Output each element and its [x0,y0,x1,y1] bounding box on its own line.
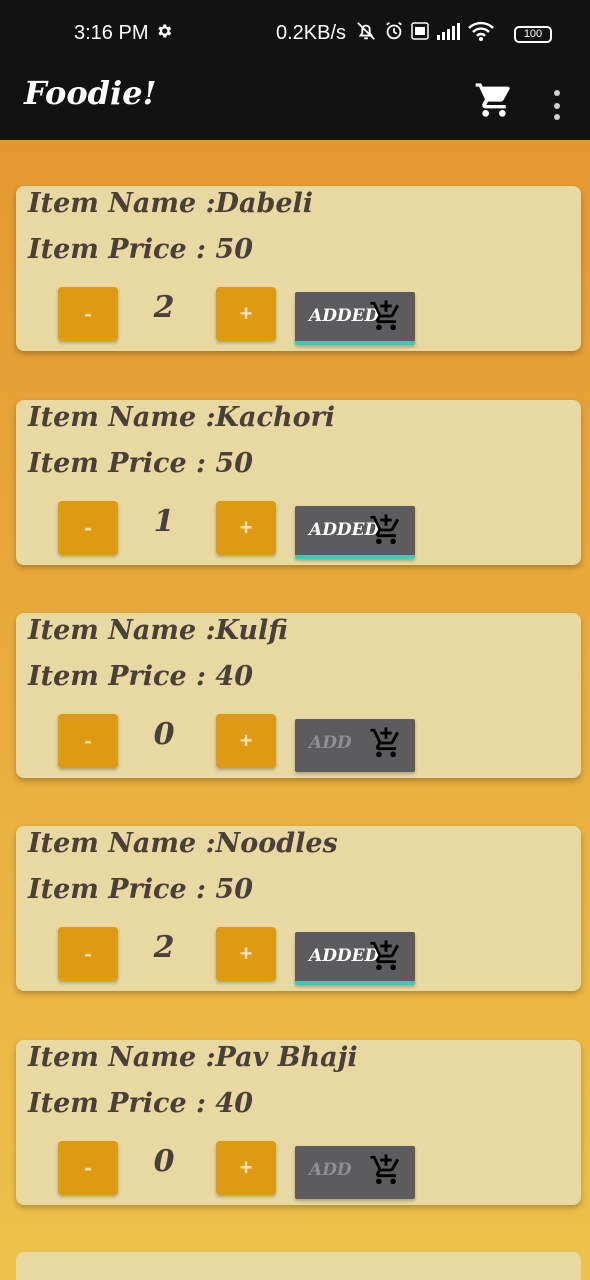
item-name: Item Name :Kulfi [28,615,288,646]
add-to-cart-button[interactable]: ADD [295,719,415,772]
status-icons [355,20,495,42]
battery-icon: 100 [514,26,552,43]
item-card-kulfi: Item Name :Kulfi Item Price : 40 - 0 + A… [16,613,581,778]
add-to-cart-button[interactable]: ADDED [295,292,415,345]
wifi-icon [467,20,495,42]
app-bar: Foodie! [0,70,590,140]
volte-icon [411,21,429,41]
add-button-label: ADD [309,733,352,753]
network-speed: 0.2KB/s [276,22,347,44]
quantity-value: 0 [153,717,175,752]
increment-button[interactable]: + [216,714,276,768]
item-card-kachori: Item Name :Kachori Item Price : 50 - 1 +… [16,400,581,565]
quantity-value: 2 [153,930,175,965]
item-price: Item Price : 50 [28,874,253,905]
increment-button[interactable]: + [216,927,276,981]
more-options-button[interactable] [543,80,571,120]
item-price: Item Price : 50 [28,448,253,479]
increment-button[interactable]: + [216,1141,276,1195]
more-vert-icon [554,90,560,120]
decrement-button[interactable]: - [58,927,118,981]
decrement-button[interactable]: - [58,287,118,341]
quantity-value: 0 [153,1144,175,1179]
item-name: Item Name :Noodles [28,828,338,859]
status-time: 3:16 PM [74,22,149,44]
increment-button[interactable]: + [216,287,276,341]
decrement-button[interactable]: - [58,714,118,768]
decrement-button[interactable]: - [58,1141,118,1195]
add-shopping-cart-icon [369,513,403,547]
alarm-icon [383,20,405,42]
add-to-cart-button[interactable]: ADDED [295,506,415,559]
item-card-dabeli: Item Name :Dabeli Item Price : 50 - 2 + … [16,186,581,351]
decrement-button[interactable]: - [58,501,118,555]
app-title: Foodie! [24,74,157,112]
mute-bell-icon [355,20,377,42]
add-shopping-cart-icon [369,939,403,973]
add-shopping-cart-icon [369,726,403,760]
item-name: Item Name :Pav Bhaji [28,1042,358,1073]
increment-button[interactable]: + [216,501,276,555]
item-price: Item Price : 40 [28,661,253,692]
cart-button[interactable] [474,80,514,120]
settings-gear-icon [155,22,173,46]
item-name: Item Name :Dabeli [28,188,314,219]
item-card-partial [16,1252,581,1280]
item-name: Item Name :Kachori [28,402,336,433]
item-price: Item Price : 40 [28,1088,253,1119]
add-shopping-cart-icon [369,299,403,333]
quantity-value: 2 [153,290,175,325]
item-card-noodles: Item Name :Noodles Item Price : 50 - 2 +… [16,826,581,991]
add-button-label: ADD [309,1160,352,1180]
add-to-cart-button[interactable]: ADDED [295,932,415,985]
add-to-cart-button[interactable]: ADD [295,1146,415,1199]
item-price: Item Price : 50 [28,234,253,265]
quantity-value: 1 [153,504,175,539]
cart-icon [475,83,510,117]
signal-icon [435,21,461,41]
status-bar: 3:16 PM 0.2KB/s 100 [0,0,590,70]
add-shopping-cart-icon [369,1153,403,1187]
item-card-pav-bhaji: Item Name :Pav Bhaji Item Price : 40 - 0… [16,1040,581,1205]
